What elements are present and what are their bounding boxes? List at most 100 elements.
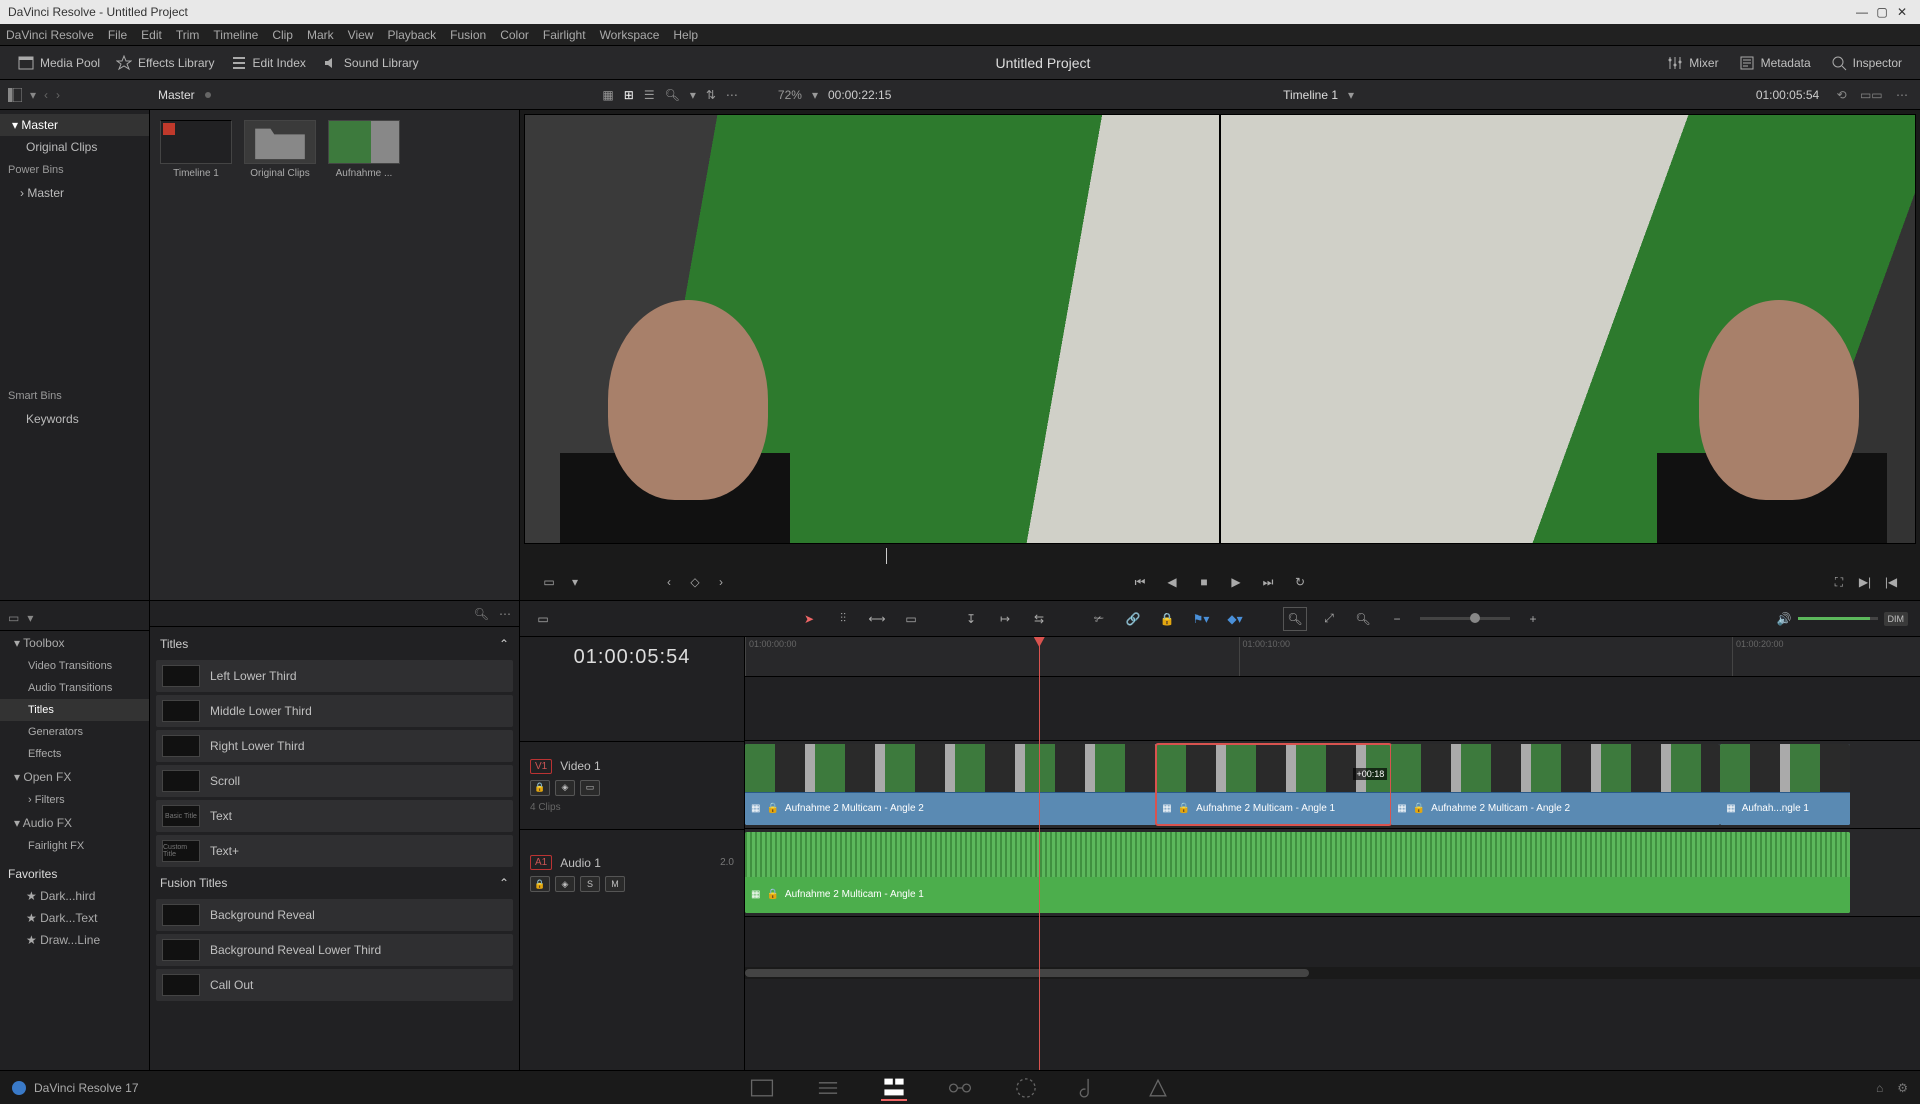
timeline-scrollbar[interactable] xyxy=(745,967,1920,979)
more-icon[interactable]: ⋯ xyxy=(726,88,738,102)
smartbin-keywords[interactable]: Keywords xyxy=(0,408,149,430)
video-track-tag[interactable]: V1 xyxy=(530,759,552,774)
selection-tool[interactable]: ➤ xyxy=(798,608,820,630)
view-thumbnails-icon[interactable]: ▦ xyxy=(602,88,613,102)
sync-icon[interactable]: ⟲ xyxy=(1837,88,1847,102)
menu-file[interactable]: File xyxy=(108,28,127,42)
powerbin-master[interactable]: › Master xyxy=(0,182,149,204)
fx-effects[interactable]: Effects xyxy=(0,743,149,765)
video-track-header[interactable]: V1 Video 1 🔒 ◈ ▭ 4 Clips xyxy=(520,741,744,829)
empty-track-area[interactable] xyxy=(745,677,1920,741)
fx-audiofx[interactable]: ▾ Audio FX xyxy=(0,811,149,835)
fusion-titles-header[interactable]: Fusion Titles⌃ xyxy=(156,870,513,896)
next-keyframe-icon[interactable]: › xyxy=(712,573,730,591)
chevron-down-icon[interactable]: ▾ xyxy=(690,88,696,102)
volume-slider[interactable] xyxy=(1798,617,1878,620)
layout-icon[interactable] xyxy=(8,88,22,102)
menu-trim[interactable]: Trim xyxy=(176,28,200,42)
track-lock-button[interactable]: 🔒 xyxy=(530,780,550,796)
inspector-toggle[interactable]: Inspector xyxy=(1823,51,1910,75)
loop-button[interactable]: ↻ xyxy=(1291,573,1309,591)
nav-back-icon[interactable]: ‹ xyxy=(44,88,48,102)
fusion-title-item[interactable]: Call Out xyxy=(156,969,513,1001)
prev-frame-button[interactable]: ◀ xyxy=(1163,573,1181,591)
collapse-icon[interactable]: ⌃ xyxy=(499,637,509,651)
fx-toolbox[interactable]: ▾ Toolbox xyxy=(0,631,149,655)
zoom-out-icon[interactable]: 🔍︎ xyxy=(1352,608,1374,630)
mute-button[interactable]: M xyxy=(605,876,625,892)
title-item[interactable]: Custom TitleText+ xyxy=(156,835,513,867)
speaker-icon[interactable]: 🔊 xyxy=(1777,612,1792,626)
empty-track-area[interactable] xyxy=(745,917,1920,967)
chevron-down-icon[interactable]: ▾ xyxy=(812,88,818,102)
video-clip-selected[interactable]: ▦🔒Aufnahme 2 Multicam - Angle 1 +00:18 xyxy=(1156,744,1391,825)
overwrite-tool[interactable]: ↦ xyxy=(994,608,1016,630)
menu-help[interactable]: Help xyxy=(673,28,698,42)
view-grid-icon[interactable]: ⊞ xyxy=(624,88,634,102)
track-auto-button[interactable]: ◈ xyxy=(555,780,575,796)
multicam-viewer[interactable] xyxy=(524,114,1916,544)
menu-workspace[interactable]: Workspace xyxy=(600,28,660,42)
title-item[interactable]: Basic TitleText xyxy=(156,800,513,832)
audio-clip[interactable]: ▦🔒Aufnahme 2 Multicam - Angle 1 xyxy=(745,832,1850,913)
next-frame-button[interactable]: ⏭ xyxy=(1259,573,1277,591)
match-frame-icon[interactable]: ▭ xyxy=(540,573,558,591)
page-fairlight[interactable] xyxy=(1079,1075,1105,1101)
razor-icon[interactable]: ✃ xyxy=(1088,608,1110,630)
link-icon[interactable]: 🔗 xyxy=(1122,608,1144,630)
effects-library-toggle[interactable]: Effects Library xyxy=(108,51,222,75)
go-next-edit-icon[interactable]: ▶| xyxy=(1856,573,1874,591)
fusion-title-item[interactable]: Background Reveal xyxy=(156,899,513,931)
page-cut[interactable] xyxy=(815,1075,841,1101)
menu-playback[interactable]: Playback xyxy=(387,28,436,42)
zoom-plus-icon[interactable]: + xyxy=(1522,608,1544,630)
video-clip[interactable]: ▦Aufnah...ngle 1 xyxy=(1720,744,1849,825)
menu-davinci[interactable]: DaVinci Resolve xyxy=(6,28,94,42)
page-edit[interactable] xyxy=(881,1075,907,1101)
replace-tool[interactable]: ⇆ xyxy=(1028,608,1050,630)
zoom-slider[interactable] xyxy=(1420,617,1510,620)
first-frame-button[interactable]: ⏮ xyxy=(1131,573,1149,591)
fusion-title-item[interactable]: Background Reveal Lower Third xyxy=(156,934,513,966)
fx-fairlightfx[interactable]: Fairlight FX xyxy=(0,835,149,857)
scrub-playhead[interactable] xyxy=(886,548,887,564)
zoom-minus-icon[interactable]: − xyxy=(1386,608,1408,630)
favorite-item[interactable]: ★ Draw...Line xyxy=(8,929,141,951)
fx-video-transitions[interactable]: Video Transitions xyxy=(0,655,149,677)
timeline-name[interactable]: Timeline 1 xyxy=(1283,88,1338,102)
maximize-button[interactable]: ▢ xyxy=(1872,5,1892,19)
menu-fairlight[interactable]: Fairlight xyxy=(543,28,586,42)
minimize-button[interactable]: — xyxy=(1852,5,1872,19)
bin-item-timeline[interactable]: Timeline 1 xyxy=(160,120,232,179)
audio-track-header[interactable]: A1 Audio 1 2.0 🔒 ◈ S M xyxy=(520,829,744,917)
collapse-icon[interactable]: ⌃ xyxy=(499,876,509,890)
zoom-percent[interactable]: 72% xyxy=(778,88,802,102)
more-icon[interactable]: ⋯ xyxy=(1896,88,1908,102)
video-clip[interactable]: ▦🔒Aufnahme 2 Multicam - Angle 2 xyxy=(1391,744,1720,825)
menu-view[interactable]: View xyxy=(348,28,374,42)
zoom-search-icon[interactable]: 🔍︎ xyxy=(1284,608,1306,630)
favorite-item[interactable]: ★ Dark...hird xyxy=(8,885,141,907)
title-item[interactable]: Left Lower Third xyxy=(156,660,513,692)
chevron-down-icon[interactable]: ▾ xyxy=(566,573,584,591)
timeline-options-icon[interactable]: ▭ xyxy=(532,608,554,630)
bin-original-clips[interactable]: Original Clips xyxy=(0,136,149,158)
menu-color[interactable]: Color xyxy=(500,28,529,42)
home-icon[interactable]: ⌂ xyxy=(1876,1081,1883,1095)
menu-fusion[interactable]: Fusion xyxy=(450,28,486,42)
dual-viewer-icon[interactable]: ▭▭ xyxy=(1860,88,1883,102)
play-button[interactable]: ▶ xyxy=(1227,573,1245,591)
fx-filters[interactable]: › Filters xyxy=(0,789,149,811)
more-icon[interactable]: ⋯ xyxy=(499,607,511,621)
insert-tool[interactable]: ↧ xyxy=(960,608,982,630)
playhead[interactable] xyxy=(1039,637,1040,1070)
fx-generators[interactable]: Generators xyxy=(0,721,149,743)
menu-timeline[interactable]: Timeline xyxy=(213,28,258,42)
menu-clip[interactable]: Clip xyxy=(272,28,293,42)
audio-track-tag[interactable]: A1 xyxy=(530,855,552,870)
page-deliver[interactable] xyxy=(1145,1075,1171,1101)
fx-audio-transitions[interactable]: Audio Transitions xyxy=(0,677,149,699)
scrollbar-thumb[interactable] xyxy=(745,969,1309,977)
page-media[interactable] xyxy=(749,1075,775,1101)
solo-button[interactable]: S xyxy=(580,876,600,892)
